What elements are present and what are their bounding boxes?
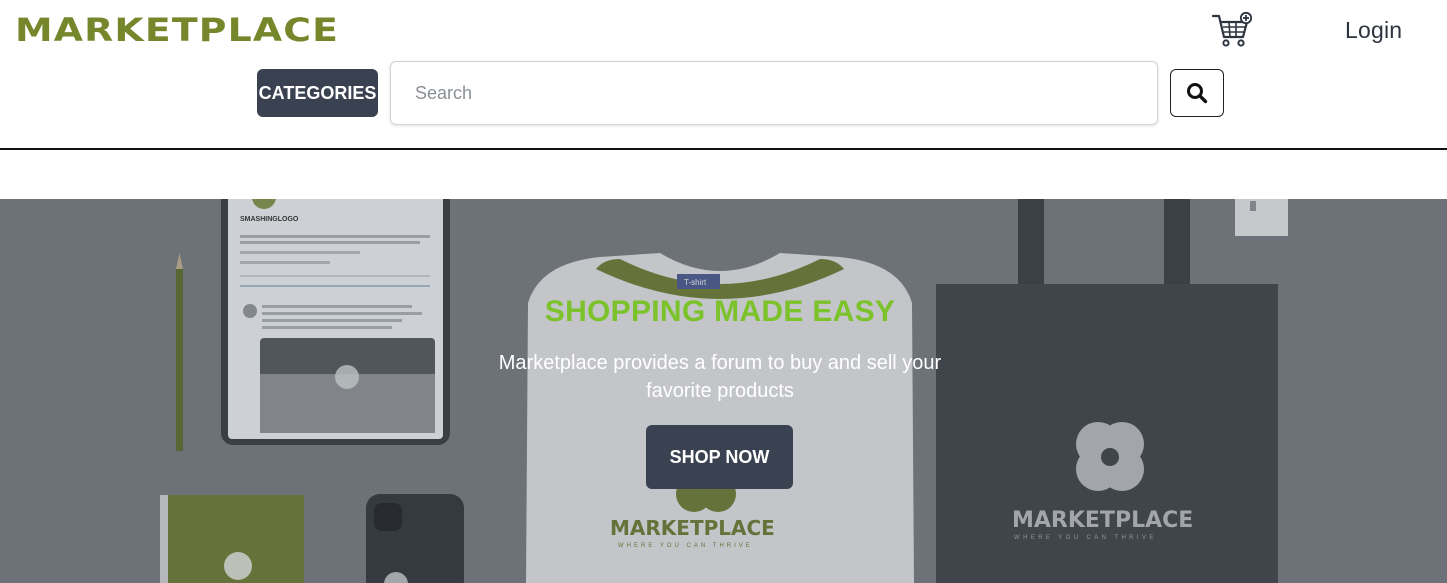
login-link[interactable]: Login (1345, 17, 1402, 44)
header-divider (0, 148, 1447, 150)
hero-description: Marketplace provides a forum to buy and … (498, 352, 942, 402)
shop-now-button[interactable]: SHOP NOW (646, 425, 793, 489)
shopping-cart-plus-icon (1211, 11, 1253, 47)
search-icon (1187, 83, 1208, 104)
cart-button[interactable] (1210, 10, 1254, 50)
search-input[interactable] (390, 61, 1158, 125)
site-logo[interactable]: MARKETPLACE (15, 12, 339, 48)
categories-button[interactable]: CATEGORIES (257, 69, 378, 117)
hero-banner: SMASHINGLOGO T-shirt MARKETPLACE WHERE Y… (0, 199, 1447, 583)
hero-title: SHOPPING MADE EASY (544, 295, 896, 328)
search-button[interactable] (1170, 69, 1224, 117)
